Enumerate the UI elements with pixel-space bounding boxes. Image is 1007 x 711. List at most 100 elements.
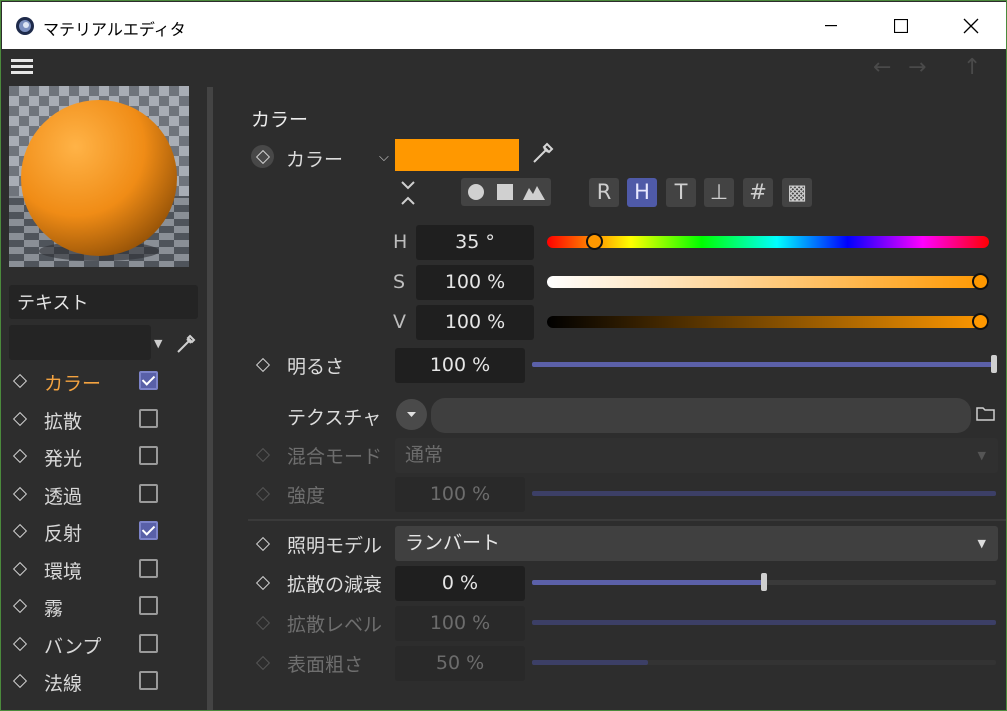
- channel-filter-field[interactable]: [9, 325, 151, 360]
- diffuse-falloff-handle[interactable]: [761, 573, 767, 591]
- channel-checkbox[interactable]: [139, 521, 158, 540]
- color-mode-button[interactable]: #: [743, 178, 773, 207]
- channel-item[interactable]: カラー: [1, 365, 201, 401]
- texture-label: テクスチャ: [287, 407, 382, 429]
- blend-mode-value: 通常: [405, 444, 444, 466]
- window-title: マテリアルエディタ: [43, 20, 186, 39]
- keyframe-diamond-icon[interactable]: [255, 536, 271, 552]
- keyframe-diamond-icon[interactable]: [12, 448, 28, 464]
- h-label: H: [393, 231, 408, 253]
- channel-item[interactable]: 法線: [1, 665, 201, 701]
- color-label: カラー: [286, 149, 344, 171]
- keyframe-button[interactable]: [251, 145, 274, 168]
- color-swatch[interactable]: [395, 139, 519, 171]
- channel-checkbox[interactable]: [139, 446, 158, 465]
- filter-dropdown-icon[interactable]: ▼: [154, 337, 162, 350]
- color-mode-button[interactable]: ▩: [782, 178, 812, 207]
- channel-checkbox[interactable]: [139, 408, 158, 428]
- keyframe-diamond-icon: [255, 615, 271, 631]
- panel-divider[interactable]: [207, 87, 213, 710]
- keyframe-diamond-icon[interactable]: [12, 598, 28, 614]
- color-mode-button[interactable]: H: [627, 178, 657, 207]
- caret-down-icon: ▼: [977, 537, 986, 550]
- keyframe-diamond-icon[interactable]: [12, 673, 28, 689]
- brightness-field[interactable]: 100 %: [395, 348, 525, 383]
- saturation-slider[interactable]: [547, 276, 989, 288]
- channel-checkbox[interactable]: [139, 596, 158, 615]
- brightness-handle[interactable]: [991, 355, 997, 373]
- texture-field[interactable]: [431, 398, 971, 433]
- material-preview[interactable]: [9, 86, 189, 267]
- saturation-field[interactable]: 100 %: [416, 265, 534, 300]
- eyedropper-icon[interactable]: [531, 139, 557, 165]
- channel-item[interactable]: 透過: [1, 478, 201, 514]
- up-arrow-icon[interactable]: ↑: [963, 55, 981, 80]
- s-label: S: [393, 271, 406, 293]
- texture-dropdown-button[interactable]: [396, 399, 427, 430]
- caret-down-icon: ▼: [977, 449, 986, 462]
- channel-label: バンプ: [44, 635, 102, 658]
- channel-label: 環境: [44, 560, 83, 583]
- hue-field[interactable]: 35 °: [416, 225, 534, 260]
- channel-item[interactable]: バンプ: [1, 628, 201, 664]
- wheel-square-spectrum-icons[interactable]: [461, 178, 551, 206]
- close-icon: [963, 18, 979, 33]
- minimize-button[interactable]: [808, 2, 854, 49]
- diffuse-level-label: 拡散レベル: [287, 614, 383, 636]
- hamburger-menu-icon[interactable]: [11, 59, 33, 75]
- color-mode-button[interactable]: ⊥: [704, 178, 734, 207]
- brightness-fill: [532, 362, 994, 367]
- diffuse-falloff-label: 拡散の減衰: [287, 574, 383, 596]
- channel-checkbox[interactable]: [139, 371, 158, 390]
- folder-icon[interactable]: [976, 405, 995, 422]
- color-picker-type-group[interactable]: [461, 178, 551, 206]
- lighting-model-label: 照明モデル: [287, 535, 383, 557]
- color-mode-button[interactable]: T: [666, 178, 696, 207]
- saturation-knob[interactable]: [972, 273, 989, 290]
- collapse-icon[interactable]: [399, 179, 417, 207]
- material-editor-window: マテリアルエディタ ← → ↑ テキスト ▼ カラー 拡散 発光 透過 反射 環…: [0, 0, 1007, 711]
- chevron-down-icon[interactable]: ⌵: [379, 150, 389, 165]
- close-button[interactable]: [948, 2, 994, 49]
- channel-label: 反射: [44, 523, 83, 545]
- channel-checkbox[interactable]: [139, 671, 158, 690]
- value-knob[interactable]: [972, 313, 989, 330]
- maximize-button[interactable]: [878, 2, 924, 49]
- channel-checkbox[interactable]: [139, 558, 158, 578]
- diffuse-falloff-field[interactable]: 0 %: [395, 566, 525, 601]
- strength-fill: [532, 491, 996, 496]
- color-mode-button[interactable]: R: [589, 178, 619, 207]
- channel-label: 霧: [44, 598, 64, 620]
- keyframe-diamond-icon[interactable]: [12, 373, 28, 389]
- eyedropper-icon[interactable]: [175, 331, 199, 355]
- channel-item[interactable]: 拡散: [1, 403, 201, 439]
- forward-arrow-icon[interactable]: →: [908, 55, 926, 80]
- roughness-label: 表面粗さ: [287, 654, 364, 676]
- channel-item[interactable]: 環境: [1, 553, 201, 589]
- lighting-model-select[interactable]: ランバート ▼: [395, 526, 998, 561]
- channel-item[interactable]: 霧: [1, 590, 201, 626]
- channel-item[interactable]: 発光: [1, 440, 201, 476]
- back-arrow-icon[interactable]: ←: [873, 55, 891, 80]
- diffuse-falloff-fill: [532, 580, 764, 585]
- value-slider[interactable]: [547, 316, 989, 328]
- keyframe-diamond-icon[interactable]: [12, 486, 28, 501]
- maximize-icon: [894, 18, 908, 33]
- keyframe-diamond-icon[interactable]: [255, 357, 271, 373]
- keyframe-diamond-icon[interactable]: [12, 636, 28, 651]
- channel-item[interactable]: 反射: [1, 515, 201, 551]
- value-field[interactable]: 100 %: [416, 305, 534, 340]
- channel-checkbox[interactable]: [139, 483, 158, 503]
- hue-knob[interactable]: [586, 233, 603, 250]
- keyframe-diamond-icon[interactable]: [12, 561, 28, 576]
- hue-slider[interactable]: [547, 236, 989, 248]
- keyframe-diamond-icon[interactable]: [255, 575, 271, 591]
- keyframe-diamond-icon[interactable]: [12, 411, 28, 426]
- brightness-label: 明るさ: [287, 356, 345, 378]
- roughness-fill: [532, 660, 648, 665]
- lighting-model-value: ランバート: [405, 532, 501, 554]
- keyframe-diamond-icon[interactable]: [12, 523, 28, 539]
- blend-mode-label: 混合モード: [287, 446, 383, 468]
- channel-checkbox[interactable]: [139, 633, 158, 653]
- material-name-field[interactable]: テキスト: [9, 285, 198, 319]
